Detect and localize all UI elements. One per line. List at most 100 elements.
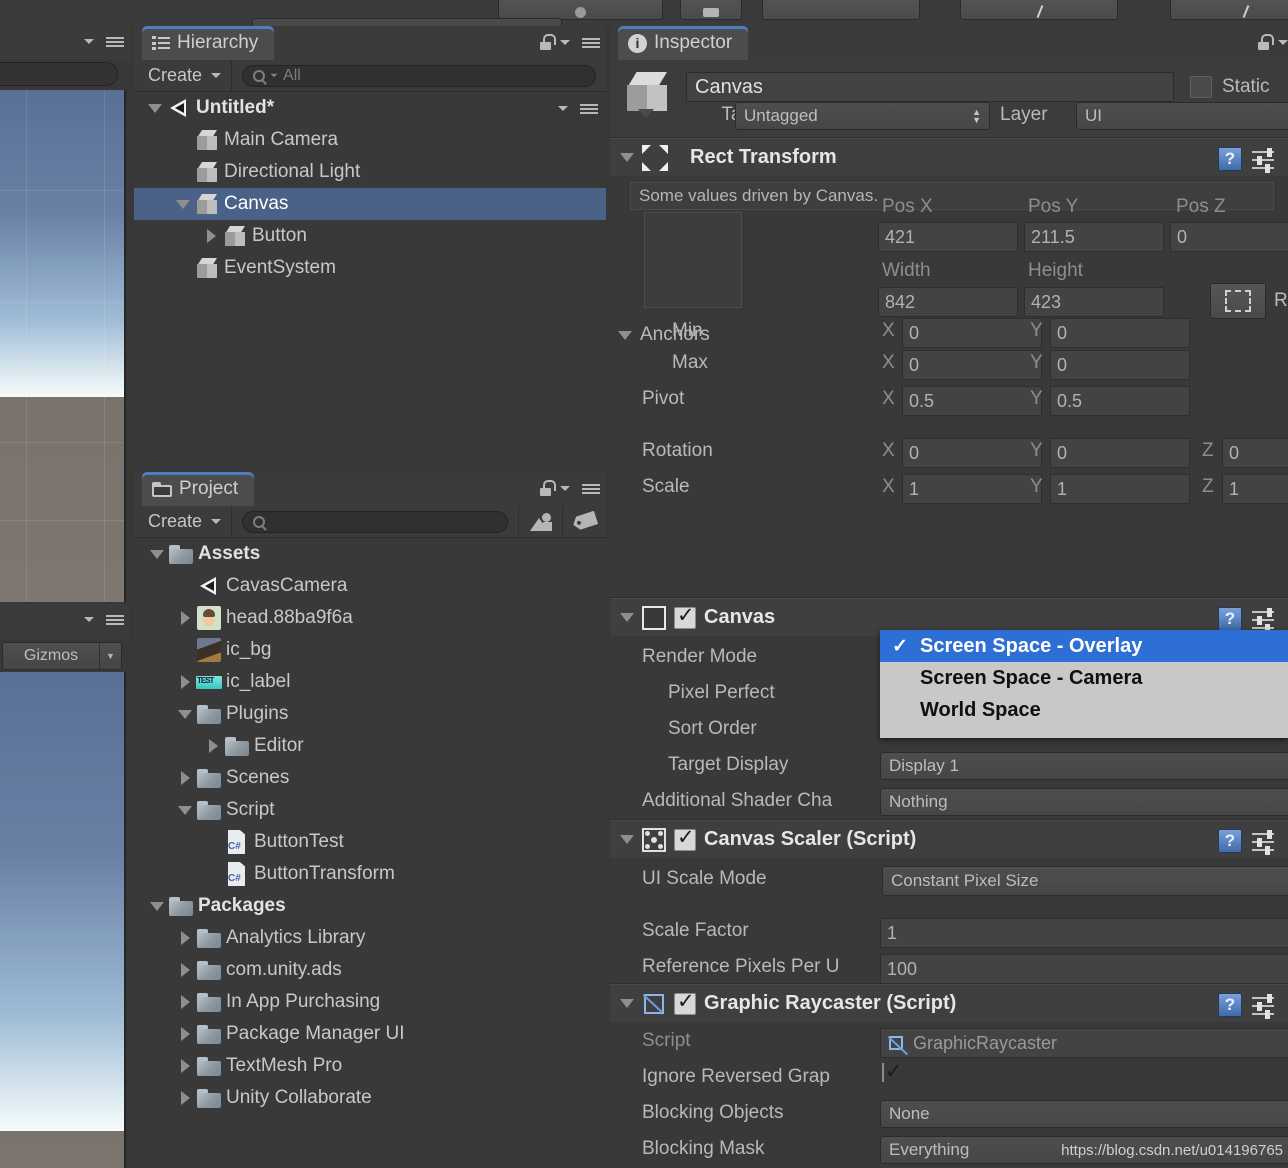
rotation-z-input[interactable]: 0 bbox=[1222, 438, 1288, 468]
layer-dropdown[interactable]: UI bbox=[1076, 102, 1288, 130]
anchor-min-x-input[interactable]: 0 bbox=[902, 318, 1042, 348]
help-icon[interactable]: ? bbox=[1218, 829, 1242, 853]
list-item[interactable]: CavasCamera bbox=[134, 570, 606, 602]
chevron-down-icon[interactable] bbox=[84, 616, 94, 622]
toolbar-button-account[interactable] bbox=[1170, 0, 1288, 20]
expand-toggle[interactable] bbox=[174, 931, 196, 945]
expand-toggle[interactable] bbox=[174, 611, 196, 625]
list-item[interactable]: Canvas bbox=[134, 188, 606, 220]
list-item[interactable]: Editor bbox=[134, 730, 606, 762]
menu-item[interactable]: Screen Space - Camera bbox=[880, 662, 1288, 694]
collapse-toggle-icon[interactable] bbox=[620, 153, 634, 162]
expand-toggle[interactable] bbox=[174, 1091, 196, 1105]
collapse-toggle-icon[interactable] bbox=[618, 330, 632, 340]
hierarchy-create-button[interactable]: Create bbox=[134, 59, 233, 92]
list-item[interactable]: Package Manager UI bbox=[134, 1018, 606, 1050]
toolbar-button-collab[interactable] bbox=[960, 0, 1118, 20]
preset-icon[interactable] bbox=[1252, 608, 1276, 633]
expand-toggle[interactable] bbox=[146, 901, 168, 911]
ui-scale-mode-dropdown[interactable]: Constant Pixel Size bbox=[882, 866, 1288, 896]
height-input[interactable]: 423 bbox=[1024, 287, 1164, 317]
pos-y-input[interactable]: 211.5 bbox=[1024, 222, 1164, 252]
list-item[interactable]: Analytics Library bbox=[134, 922, 606, 954]
filter-by-label-icon[interactable] bbox=[562, 505, 606, 538]
help-icon[interactable]: ? bbox=[1218, 993, 1242, 1017]
canvas-scaler-header[interactable]: Canvas Scaler (Script) ? bbox=[610, 820, 1288, 858]
list-item[interactable]: ic_bg bbox=[134, 634, 606, 666]
expand-toggle[interactable] bbox=[174, 963, 196, 977]
anchor-max-y-input[interactable]: 0 bbox=[1050, 350, 1190, 380]
list-item[interactable]: C# ButtonTransform bbox=[134, 858, 606, 890]
toolbar-button-play-group[interactable] bbox=[762, 0, 920, 20]
pivot-x-input[interactable]: 0.5 bbox=[902, 386, 1042, 416]
blocking-objects-dropdown[interactable]: None bbox=[880, 1100, 1288, 1128]
tab-project[interactable]: Project bbox=[142, 472, 255, 506]
list-item[interactable]: Main Camera bbox=[134, 124, 606, 156]
expand-toggle[interactable] bbox=[174, 771, 196, 785]
list-item[interactable]: head.88ba9f6a bbox=[134, 602, 606, 634]
chevron-down-icon[interactable] bbox=[1278, 39, 1288, 45]
blueprint-mode-button[interactable]: R bbox=[1274, 290, 1288, 312]
project-tree[interactable]: Assets CavasCamera head.88ba9f6a ic_bg ic_la… bbox=[134, 538, 606, 1168]
lock-icon[interactable] bbox=[539, 34, 556, 50]
anchor-preset-button[interactable] bbox=[1210, 283, 1266, 319]
list-item[interactable]: Packages bbox=[134, 890, 606, 922]
target-display-dropdown[interactable]: Display 1 bbox=[880, 752, 1288, 780]
ignore-reversed-checkbox[interactable] bbox=[882, 1063, 884, 1082]
gizmos-button[interactable]: Gizmos ▼ bbox=[2, 642, 122, 670]
rotation-x-input[interactable]: 0 bbox=[902, 438, 1042, 468]
expand-toggle[interactable] bbox=[174, 1027, 196, 1041]
graphic-raycaster-enabled-checkbox[interactable] bbox=[674, 989, 696, 1015]
static-checkbox[interactable] bbox=[1190, 76, 1212, 98]
blocking-mask-dropdown[interactable]: Everything https://blog.csdn.net/u014196… bbox=[880, 1136, 1288, 1164]
hierarchy-scene-row[interactable]: Untitled* bbox=[134, 92, 606, 124]
preset-icon[interactable] bbox=[1252, 830, 1276, 855]
anchor-max-x-input[interactable]: 0 bbox=[902, 350, 1042, 380]
pos-z-input[interactable]: 0 bbox=[1170, 222, 1288, 252]
rect-transform-header[interactable]: Rect Transform ? bbox=[610, 138, 1288, 176]
pivot-y-input[interactable]: 0.5 bbox=[1050, 386, 1190, 416]
list-item[interactable]: Scenes bbox=[134, 762, 606, 794]
tab-hierarchy[interactable]: Hierarchy bbox=[142, 26, 275, 60]
hierarchy-tree[interactable]: Untitled* Main Camera Directional Light Ca… bbox=[134, 92, 606, 466]
help-icon[interactable]: ? bbox=[1218, 607, 1242, 631]
toolbar-button-handle[interactable] bbox=[680, 0, 742, 20]
anchor-preset-preview[interactable] bbox=[644, 212, 742, 308]
list-item[interactable]: Unity Collaborate bbox=[134, 1082, 606, 1114]
scale-y-input[interactable]: 1 bbox=[1050, 474, 1190, 504]
chevron-down-icon[interactable] bbox=[560, 485, 570, 491]
static-checkbox-group[interactable]: Static bbox=[1190, 76, 1270, 98]
graphic-raycaster-header[interactable]: Graphic Raycaster (Script) ? bbox=[610, 984, 1288, 1022]
scene-search-input[interactable] bbox=[0, 62, 118, 86]
panel-menu-icon[interactable] bbox=[578, 35, 600, 49]
menu-item[interactable]: ✓ Screen Space - Overlay bbox=[880, 630, 1288, 662]
additional-shader-dropdown[interactable]: Nothing bbox=[880, 788, 1288, 816]
gameobject-name-input[interactable]: Canvas bbox=[686, 72, 1174, 102]
list-item[interactable]: EventSystem bbox=[134, 252, 606, 284]
project-create-button[interactable]: Create bbox=[134, 505, 233, 538]
preset-icon[interactable] bbox=[1252, 148, 1276, 173]
rotation-y-input[interactable]: 0 bbox=[1050, 438, 1190, 468]
hierarchy-search-input[interactable]: All bbox=[242, 64, 596, 87]
panel-menu-icon[interactable] bbox=[102, 612, 124, 626]
expand-toggle[interactable] bbox=[174, 675, 196, 689]
canvas-enabled-checkbox[interactable] bbox=[674, 603, 696, 629]
scale-z-input[interactable]: 1 bbox=[1222, 474, 1288, 504]
list-item[interactable]: Plugins bbox=[134, 698, 606, 730]
filter-by-type-icon[interactable] bbox=[518, 505, 562, 538]
tab-inspector[interactable]: i Inspector bbox=[618, 26, 749, 60]
collapse-toggle-icon[interactable] bbox=[620, 999, 634, 1008]
lock-icon[interactable] bbox=[1257, 34, 1274, 50]
list-item[interactable]: Button bbox=[134, 220, 606, 252]
expand-toggle[interactable] bbox=[174, 805, 196, 815]
help-icon[interactable]: ? bbox=[1218, 147, 1242, 171]
collapse-toggle-icon[interactable] bbox=[620, 613, 634, 622]
expand-toggle[interactable] bbox=[146, 549, 168, 559]
game-viewport[interactable] bbox=[0, 672, 126, 1168]
panel-menu-icon[interactable] bbox=[578, 481, 600, 495]
chevron-down-icon[interactable]: ▼ bbox=[99, 643, 121, 669]
scale-factor-input[interactable]: 1 bbox=[880, 918, 1288, 948]
preset-icon[interactable] bbox=[1252, 994, 1276, 1019]
list-item[interactable]: TextMesh Pro bbox=[134, 1050, 606, 1082]
chevron-down-icon[interactable] bbox=[558, 105, 568, 111]
